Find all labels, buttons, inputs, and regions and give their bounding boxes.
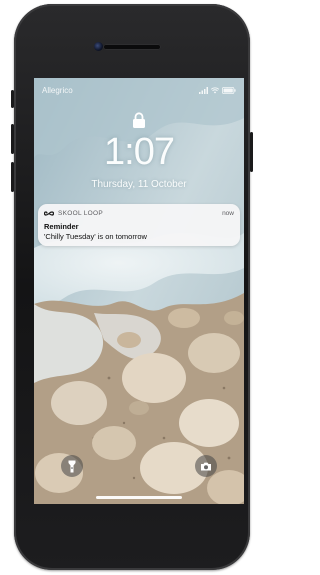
mute-switch (11, 90, 14, 108)
earpiece-speaker (103, 44, 161, 50)
home-indicator[interactable] (96, 496, 182, 499)
signal-icon (199, 86, 208, 94)
flashlight-button[interactable] (61, 455, 83, 477)
notification-card[interactable]: SKOOL LOOP now Reminder 'Chilly Tuesday'… (38, 204, 240, 246)
volume-up-button (11, 124, 14, 154)
notification-timestamp: now (222, 210, 234, 217)
notification-app-name: SKOOL LOOP (58, 210, 104, 217)
power-button (250, 132, 253, 172)
carrier-label: Allegrico (42, 85, 73, 95)
clock-date: Thursday, 11 October (91, 179, 187, 190)
notification-title: Reminder (44, 222, 79, 231)
flashlight-icon (68, 460, 76, 472)
notification-header: SKOOL LOOP now (44, 209, 234, 218)
lock-screen: Allegrico 1:07 Thursday, 11 October SKOO… (34, 78, 244, 504)
clock-time: 1:07 (104, 131, 175, 173)
camera-icon (201, 462, 211, 470)
camera-button[interactable] (195, 455, 217, 477)
status-icons (199, 86, 236, 94)
padlock-icon (133, 112, 145, 128)
battery-icon (222, 86, 236, 94)
notification-message: 'Chilly Tuesday' is on tomorrow (44, 232, 147, 241)
skool-loop-app-icon (44, 211, 54, 216)
front-camera (94, 42, 103, 51)
status-bar: Allegrico (42, 84, 236, 96)
volume-down-button (11, 162, 14, 192)
wifi-icon (211, 86, 219, 93)
